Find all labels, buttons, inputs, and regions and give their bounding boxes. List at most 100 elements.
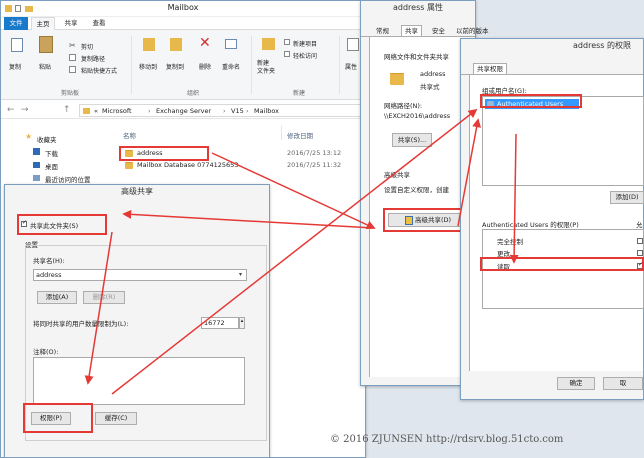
paste-icon[interactable] (39, 36, 53, 53)
window-title: Mailbox (167, 3, 199, 12)
user-limit-label: 将同时共享的用户数量限制为(L): (33, 320, 129, 328)
copy-to-icon[interactable] (170, 38, 182, 51)
forward-arrow-icon[interactable]: → (21, 104, 29, 116)
paste-shortcut-icon (69, 66, 76, 73)
nav-recent[interactable]: 最近访问的位置 (45, 174, 91, 184)
file-date: 2016/7/25 13:12 (287, 149, 342, 157)
tab-general[interactable]: 常规 (373, 26, 392, 36)
rename-icon[interactable] (225, 39, 237, 49)
new-item-icon (284, 39, 290, 45)
group-divider (339, 36, 340, 94)
section-title: 网络文件和文件夹共享 (384, 53, 449, 61)
paste-shortcut-button[interactable]: 粘贴快捷方式 (81, 66, 117, 75)
perm-full-control: 完全控制 (497, 238, 523, 246)
breadcrumb-item[interactable]: Microsoft (102, 106, 132, 116)
tab-share-permissions[interactable]: 共享权限 (473, 63, 507, 74)
breadcrumb-item[interactable]: Mailbox (254, 106, 279, 116)
checkbox-full-control[interactable] (637, 238, 643, 244)
up-arrow-icon[interactable]: ↑ (63, 104, 71, 116)
share-name-label: 共享名(H): (33, 257, 65, 265)
network-path-value: \\EXCH2016\address (384, 112, 451, 120)
explorer-titlebar: Mailbox (1, 1, 365, 17)
network-path-label: 网络路径(N): (384, 102, 423, 110)
tab-share[interactable]: 共享 (59, 17, 83, 30)
cache-button[interactable]: 缓存(C) (95, 412, 137, 425)
tab-previous-versions[interactable]: 以前的版本 (453, 26, 492, 36)
checkbox-change[interactable] (637, 250, 643, 256)
nav-favorites[interactable]: 收藏夹 (37, 134, 57, 144)
breadcrumb-item[interactable]: V15 (231, 106, 244, 116)
nav-downloads[interactable]: 下载 (45, 148, 58, 158)
dialog-title: address 属性 (393, 3, 443, 12)
watermark: © 2016 ZJUNSEN http://rdsrv.blog.51cto.c… (330, 434, 564, 445)
new-folder-button[interactable]: 新建 文件夹 (257, 60, 275, 76)
file-list: 名称 修改日期 address 2016/7/25 13:12 Mailbox … (111, 120, 365, 190)
group-divider (251, 36, 252, 94)
back-arrow-icon[interactable]: ← (7, 104, 15, 116)
properties-button[interactable]: 属性 (345, 62, 357, 71)
address-row: ← → ↑ « Microsoft › Exchange Server › V1… (1, 102, 365, 119)
group-divider (131, 36, 132, 94)
file-date: 2016/7/25 11:32 (287, 161, 342, 169)
tab-home[interactable]: 主页 (31, 17, 55, 31)
move-to-icon[interactable] (143, 38, 155, 51)
address-properties-dialog: address 属性 常规 共享 安全 以前的版本 网络文件和文件夹共享 add… (360, 0, 489, 386)
tab-view[interactable]: 查看 (87, 17, 111, 30)
ok-button[interactable]: 确定 (557, 377, 595, 390)
annotation-box-permissions (23, 403, 93, 433)
copy-path-button[interactable]: 复制路径 (81, 54, 105, 63)
easy-access-button[interactable]: 轻松访问 (293, 51, 317, 60)
stepper-icon[interactable]: ▴ (239, 317, 245, 329)
column-divider (281, 126, 282, 140)
breadcrumb[interactable]: « Microsoft › Exchange Server › V15 › Ma… (79, 104, 363, 117)
delete-button[interactable]: 删除 (199, 62, 211, 71)
annotation-box-share-checkbox (17, 214, 107, 235)
delete-icon[interactable]: ✕ (199, 36, 211, 50)
add-button[interactable]: 添加(D) (610, 191, 644, 204)
copy-to-button[interactable]: 复制到 (166, 62, 184, 71)
allow-column-header: 允 (636, 221, 643, 229)
copy-button[interactable]: 复制 (9, 62, 21, 71)
share-button[interactable]: 共享(S)... (392, 133, 432, 147)
user-list[interactable]: Authenticated Users (482, 96, 644, 186)
breadcrumb-item[interactable]: Exchange Server (156, 106, 211, 116)
recent-icon (33, 175, 40, 181)
new-folder-icon[interactable] (262, 38, 275, 50)
folder-icon (390, 73, 404, 85)
annotation-box-address-folder (119, 146, 209, 161)
paste-button[interactable]: 粘贴 (39, 62, 51, 71)
add-button[interactable]: 添加(A) (37, 291, 77, 304)
favorites-star-icon: ★ (25, 132, 33, 141)
advanced-sharing-desc: 设置自定义权限，创建 (384, 186, 449, 194)
rename-button[interactable]: 重命名 (222, 62, 240, 71)
user-limit-input[interactable]: 16772 (201, 317, 239, 329)
annotation-box-read (480, 257, 644, 271)
breadcrumb-sep-icon: › (223, 107, 226, 115)
tab-security[interactable]: 安全 (429, 26, 448, 36)
easy-access-icon (284, 51, 290, 57)
comment-label: 注释(O): (33, 348, 59, 356)
cancel-button[interactable]: 取 (603, 377, 643, 390)
new-item-button[interactable]: 新建项目 (293, 39, 317, 48)
nav-desktop[interactable]: 桌面 (45, 161, 58, 171)
table-row[interactable]: Mailbox Database 0774125653 2016/7/25 11… (111, 160, 365, 171)
permissions-panel: 组或用户名(G): Authenticated Users 添加(D) Auth… (469, 75, 644, 371)
comment-textarea[interactable] (33, 357, 245, 405)
clipboard-group-label: 剪贴板 (61, 90, 80, 97)
share-name-select[interactable]: address (33, 269, 247, 281)
properties-icon[interactable] (347, 38, 359, 51)
move-to-button[interactable]: 移动到 (139, 62, 157, 71)
permissions-dialog: address 的权限 共享权限 组或用户名(G): Authenticated… (460, 38, 644, 400)
column-header-date[interactable]: 修改日期 (287, 130, 313, 140)
copy-icon[interactable] (11, 38, 23, 52)
remove-button[interactable]: 删除(R) (83, 291, 125, 304)
breadcrumb-overflow[interactable]: « (94, 106, 98, 116)
tab-file[interactable]: 文件 (4, 17, 28, 30)
tab-sharing[interactable]: 共享 (401, 25, 422, 36)
advanced-sharing-dialog: 高级共享 ✓ 共享此文件夹(S) 设置 共享名(H): address ▾ 添加… (4, 184, 270, 458)
ribbon: 复制 粘贴 ✂ 剪切 复制路径 粘贴快捷方式 剪贴板 移动到 复制到 ✕ 删除 … (1, 30, 365, 100)
column-header-name[interactable]: 名称 (123, 130, 136, 140)
chevron-down-icon[interactable]: ▾ (239, 270, 242, 280)
cut-button[interactable]: 剪切 (81, 42, 93, 51)
breadcrumb-sep-icon: › (148, 107, 151, 115)
